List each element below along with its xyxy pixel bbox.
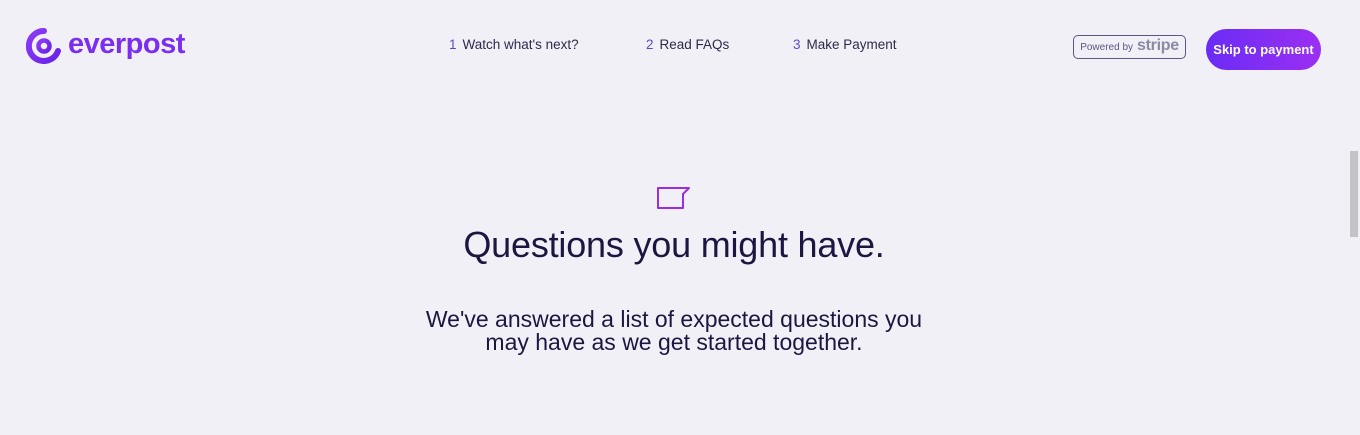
step-faqs[interactable]: 2 Read FAQs [646,37,793,52]
stripe-wordmark: stripe [1137,37,1179,54]
faq-section-subtitle: We've answered a list of expected questi… [0,308,1348,354]
step-payment[interactable]: 3 Make Payment [793,37,897,52]
logo-wordmark: everpost [68,28,185,60]
everpost-logo[interactable]: everpost [26,28,185,64]
chat-bubble-icon [657,187,690,209]
subtitle-line-2: may have as we get started together. [485,329,863,355]
step-number: 1 [449,37,457,52]
subtitle-line-1: We've answered a list of expected questi… [425,306,923,332]
step-watch[interactable]: 1 Watch what's next? [449,37,646,52]
scrollbar-thumb[interactable] [1350,151,1358,237]
page-scrollbar[interactable] [1348,0,1360,435]
at-sign-logo-icon [26,28,62,64]
step-label: Make Payment [806,37,897,52]
step-number: 3 [793,37,801,52]
step-label: Read FAQs [659,37,730,52]
skip-to-payment-button[interactable]: Skip to payment [1206,29,1321,70]
progress-steps: 1 Watch what's next? 2 Read FAQs 3 Make … [449,37,897,52]
faq-section-title: Questions you might have. [463,224,885,265]
page: everpost 1 Watch what's next? 2 Read FAQ… [0,0,1360,435]
stripe-badge-prefix: Powered by [1080,41,1134,53]
powered-by-stripe-badge[interactable]: Powered by stripe [1073,35,1186,59]
step-number: 2 [646,37,654,52]
step-label: Watch what's next? [462,37,579,52]
